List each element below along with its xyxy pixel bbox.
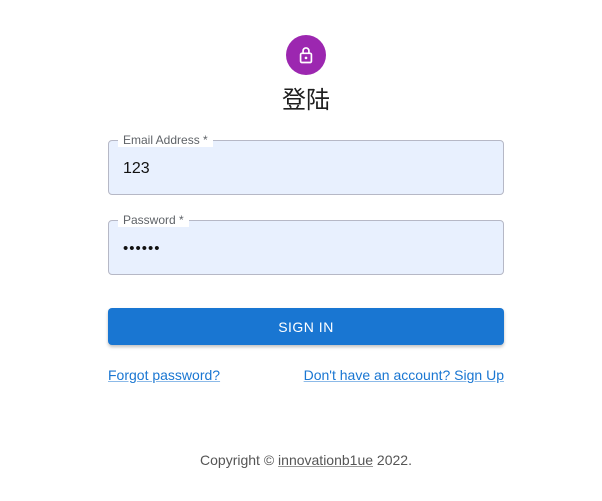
avatar (286, 35, 326, 75)
brand-link[interactable]: innovationb1ue (278, 452, 373, 468)
password-input[interactable]: •••••• (123, 221, 161, 276)
page-title: 登陆 (282, 86, 330, 114)
login-page: 登陆 Email Address * 123 Password * ••••••… (0, 0, 602, 501)
copyright-prefix: Copyright © (200, 452, 279, 468)
sign-up-link[interactable]: Don't have an account? Sign Up (304, 366, 504, 384)
lock-icon (299, 47, 313, 64)
forgot-password-link[interactable]: Forgot password? (108, 366, 220, 384)
password-field[interactable]: Password * •••••• (108, 213, 504, 276)
sign-in-button[interactable]: SIGN IN (108, 308, 504, 345)
copyright-suffix: 2022. (373, 452, 412, 468)
email-input[interactable]: 123 (123, 141, 150, 196)
email-field[interactable]: Email Address * 123 (108, 133, 504, 196)
copyright: Copyright © innovationb1ue 2022. (0, 451, 602, 469)
